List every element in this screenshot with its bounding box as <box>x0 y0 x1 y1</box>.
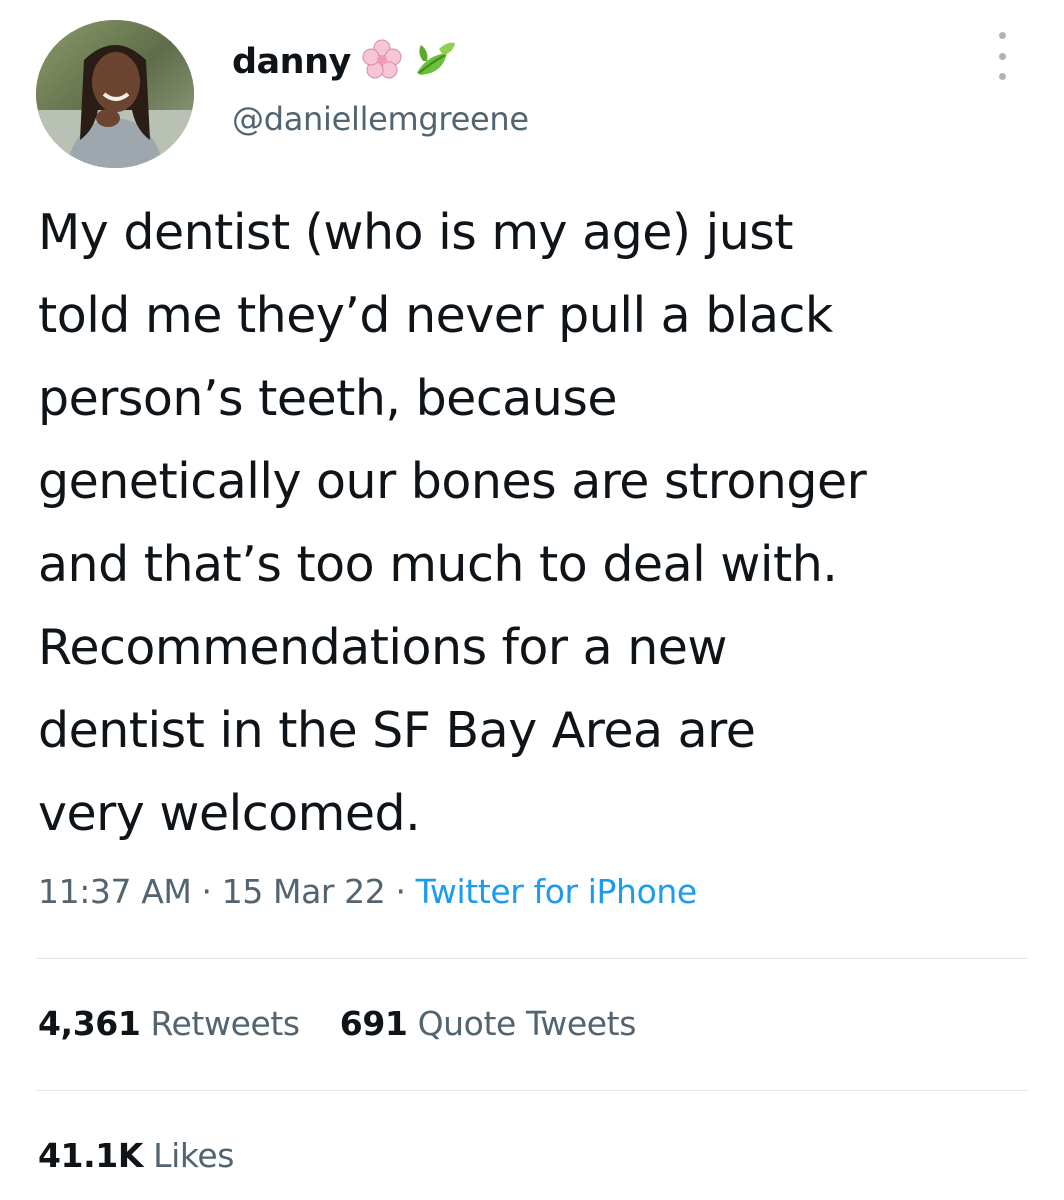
more-options-button[interactable] <box>990 32 1014 80</box>
display-name[interactable]: danny <box>232 42 351 82</box>
avatar[interactable] <box>36 20 194 168</box>
divider <box>36 958 1028 959</box>
likes-stats: 41.1K Likes <box>38 1136 234 1175</box>
tweet-date[interactable]: 15 Mar 22 <box>222 872 386 911</box>
likes-label: Likes <box>153 1136 235 1175</box>
tweet-text-line: genetically our bones are stronger <box>38 453 867 510</box>
meta-separator: · <box>201 872 212 911</box>
dot-icon <box>998 32 1006 39</box>
tweet-time[interactable]: 11:37 AM <box>38 872 192 911</box>
retweets-stat[interactable]: 4,361 Retweets <box>38 1004 300 1043</box>
dot-icon <box>998 73 1006 80</box>
divider <box>36 1090 1028 1091</box>
tweet-text-line: Recommendations for a new <box>38 619 728 676</box>
retweets-count: 4,361 <box>38 1004 141 1043</box>
likes-stat[interactable]: 41.1K Likes <box>38 1136 234 1175</box>
author-handle[interactable]: @daniellemgreene <box>232 100 529 138</box>
tweet-text-line: very welcomed. <box>38 785 421 842</box>
tweet-source-link[interactable]: Twitter for iPhone <box>416 872 698 911</box>
tweet-meta: 11:37 AM · 15 Mar 22 · Twitter for iPhon… <box>38 872 697 911</box>
tweet-text-line: dentist in the SF Bay Area are <box>38 702 756 759</box>
tweet-text-line: My dentist (who is my age) just <box>38 204 794 261</box>
dot-icon <box>998 52 1006 60</box>
engagement-stats: 4,361 Retweets 691 Quote Tweets <box>38 1004 636 1043</box>
retweets-label: Retweets <box>150 1004 300 1043</box>
tweet-text-line: person’s teeth, because <box>38 370 618 427</box>
tweet-text-line: and that’s too much to deal with. <box>38 536 838 593</box>
display-name-row: danny <box>232 36 457 88</box>
quote-tweets-label: Quote Tweets <box>417 1004 637 1043</box>
tweet-text-line: told me they’d never pull a black <box>38 287 833 344</box>
likes-count: 41.1K <box>38 1136 143 1175</box>
cherry-blossom-icon <box>361 39 403 85</box>
avatar-photo <box>36 20 194 168</box>
leaves-icon <box>413 39 457 85</box>
quote-tweets-stat[interactable]: 691 Quote Tweets <box>339 1004 637 1043</box>
tweet-text: My dentist (who is my age) just told me … <box>38 191 1038 855</box>
meta-separator: · <box>395 872 406 911</box>
tweet-card: danny @daniellemgreene My dentist (who i… <box>0 0 1064 1200</box>
quote-tweets-count: 691 <box>339 1004 408 1043</box>
